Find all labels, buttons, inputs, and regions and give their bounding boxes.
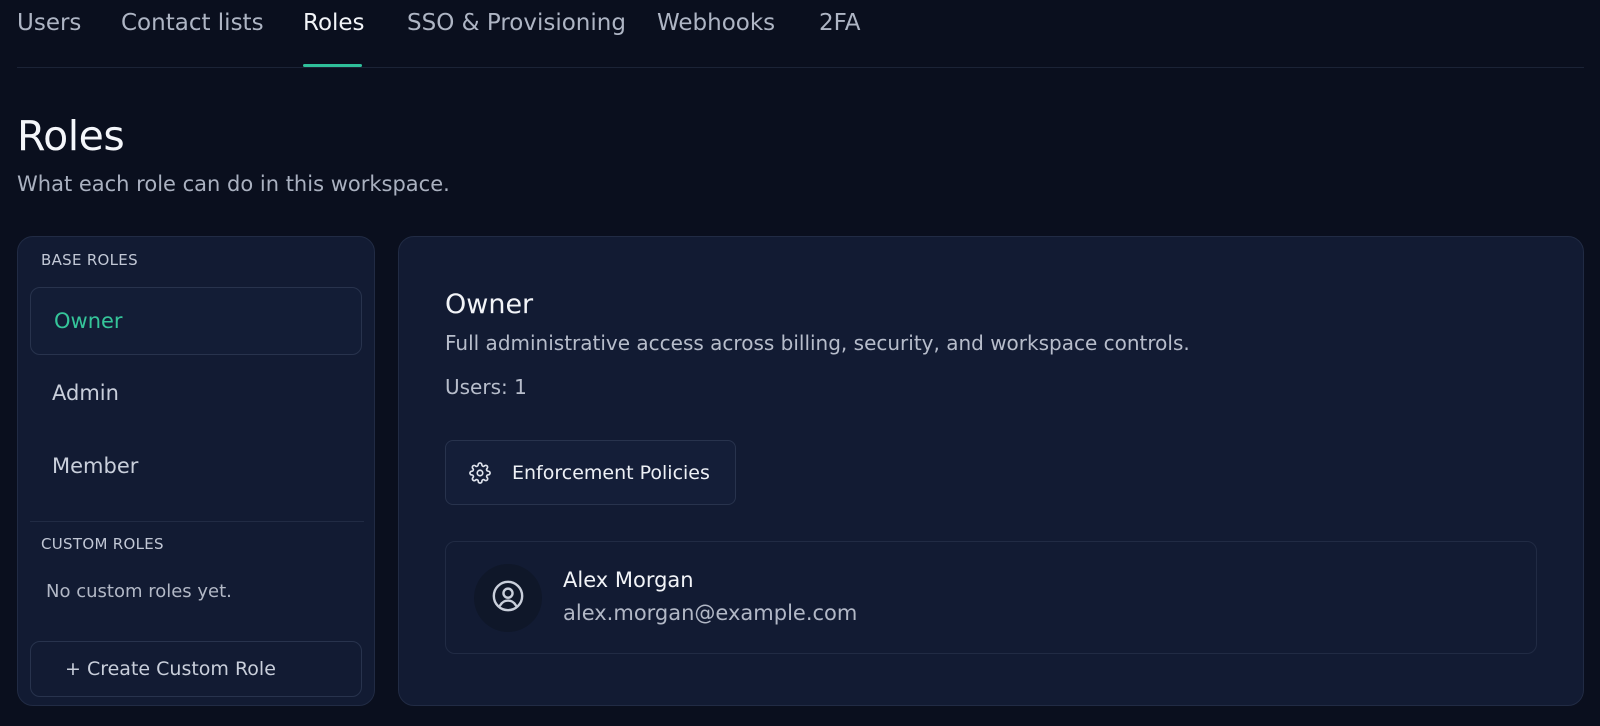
role-item-label: Member (52, 454, 139, 478)
section-divider (30, 521, 364, 522)
role-description: Full administrative access across billin… (445, 331, 1190, 355)
tab-users[interactable]: Users (17, 10, 81, 36)
user-email: alex.morgan@example.com (563, 601, 858, 625)
role-item-admin[interactable]: Admin (30, 359, 362, 427)
base-roles-heading: BASE ROLES (41, 251, 138, 269)
active-tab-indicator (303, 64, 362, 67)
user-name: Alex Morgan (563, 568, 694, 592)
role-item-member[interactable]: Member (30, 432, 362, 500)
create-custom-role-button[interactable]: + Create Custom Role (30, 641, 362, 697)
page-title: Roles (17, 112, 125, 160)
gear-icon (468, 461, 492, 485)
enforcement-policies-label: Enforcement Policies (512, 461, 710, 484)
user-circle-icon (491, 579, 525, 617)
enforcement-policies-button[interactable]: Enforcement Policies (445, 440, 736, 505)
tab-webhooks[interactable]: Webhooks (657, 10, 775, 36)
tab-sso-provisioning[interactable]: SSO & Provisioning (407, 10, 626, 36)
role-user-count: Users: 1 (445, 375, 527, 399)
custom-roles-heading: CUSTOM ROLES (41, 535, 164, 553)
role-item-label: Owner (54, 309, 123, 333)
tab-2fa[interactable]: 2FA (819, 10, 861, 36)
empty-custom-roles-text: No custom roles yet. (46, 581, 232, 602)
avatar (474, 564, 542, 632)
page-subtitle: What each role can do in this workspace. (17, 172, 450, 196)
role-name: Owner (445, 289, 534, 320)
role-list-panel: BASE ROLES Owner Admin Member CUSTOM ROL… (17, 236, 375, 706)
role-detail-panel: Owner Full administrative access across … (398, 236, 1584, 706)
role-item-owner[interactable]: Owner (30, 287, 362, 355)
tab-contact-lists[interactable]: Contact lists (121, 10, 264, 36)
settings-tabs: Users Contact lists Roles SSO & Provisio… (17, 0, 1584, 68)
role-item-label: Admin (52, 381, 119, 405)
tab-roles[interactable]: Roles (303, 10, 365, 36)
user-list-item: Alex Morgan alex.morgan@example.com (445, 541, 1537, 654)
